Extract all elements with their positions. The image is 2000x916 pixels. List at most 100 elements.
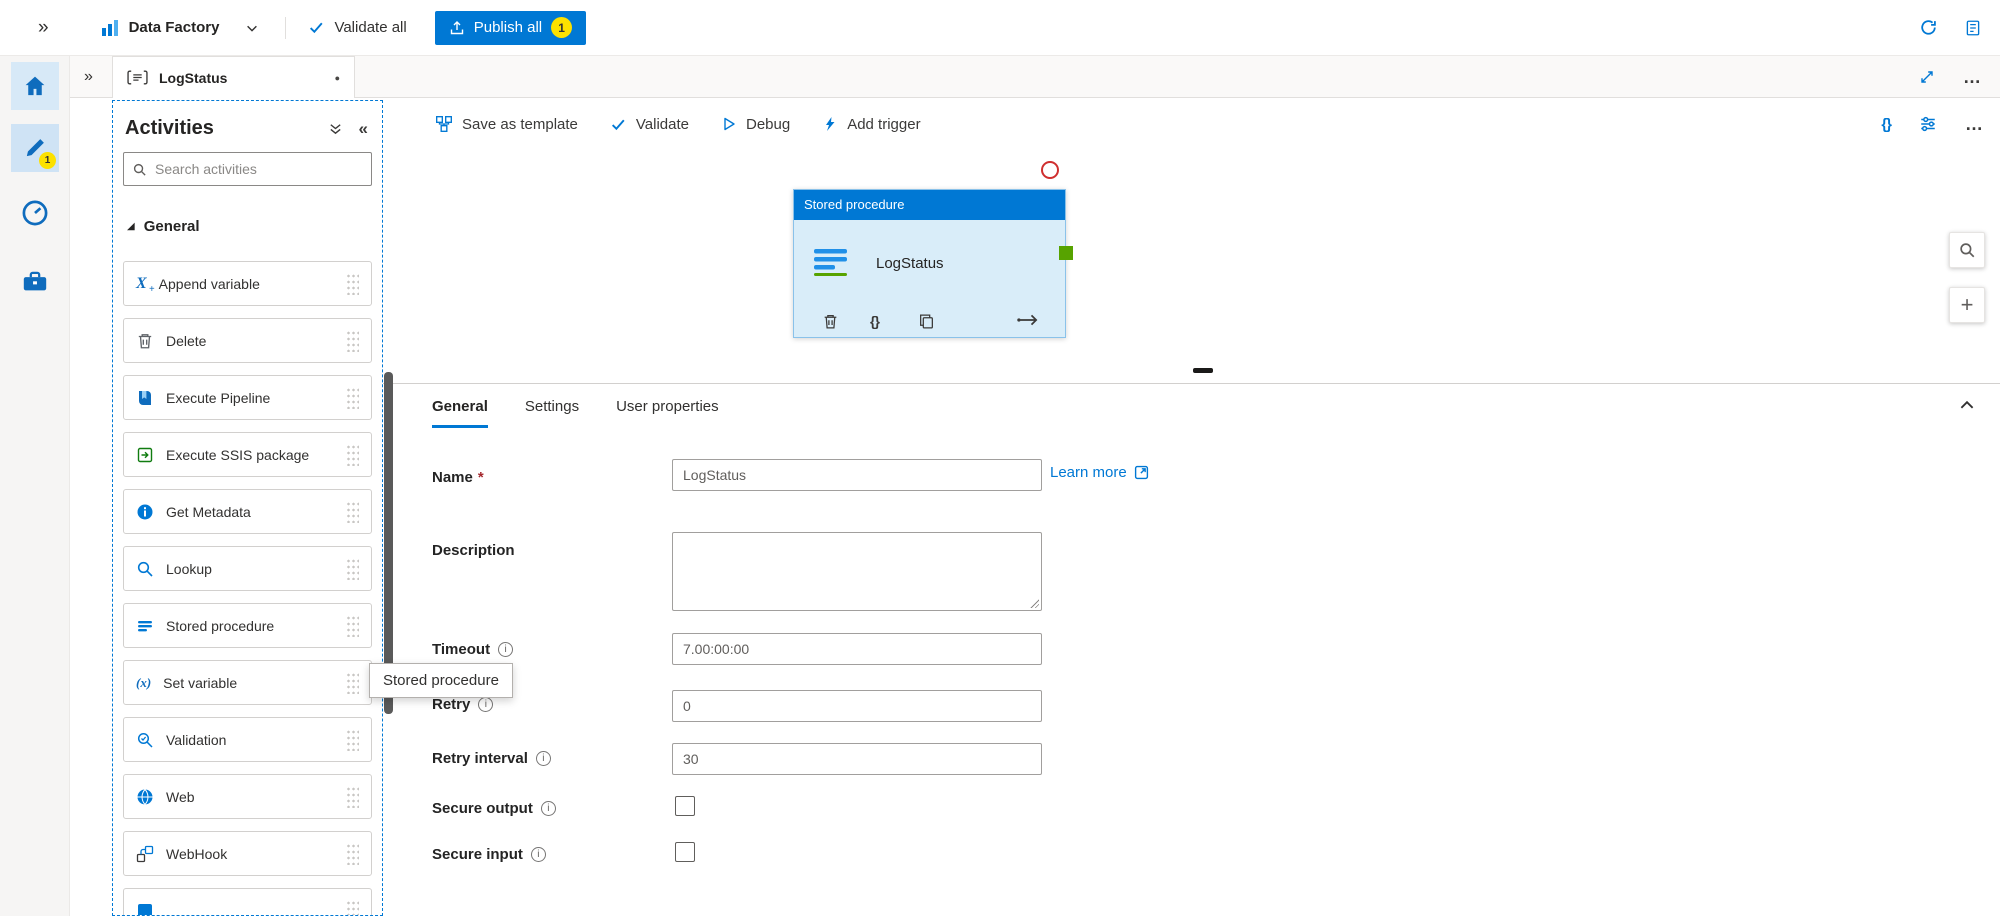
- drag-grip[interactable]: [346, 443, 359, 466]
- debug-button[interactable]: Debug: [721, 116, 790, 133]
- publish-all-button[interactable]: Publish all 1: [434, 10, 587, 45]
- activity-item-execute-pipeline[interactable]: Execute Pipeline: [123, 375, 372, 420]
- description-label: Description: [432, 542, 515, 559]
- tab-user-properties[interactable]: User properties: [616, 384, 719, 428]
- author-nav-item[interactable]: 1: [11, 124, 59, 172]
- canvas-zoom-in-button[interactable]: +: [1949, 287, 1985, 323]
- collapse-activities-icon[interactable]: «: [359, 119, 368, 139]
- drag-grip[interactable]: [346, 272, 359, 295]
- stored-procedure-node[interactable]: Stored procedure LogStatus {}: [793, 189, 1073, 338]
- learn-more-link[interactable]: Learn more: [1050, 464, 1149, 481]
- activity-item-get-metadata[interactable]: Get Metadata: [123, 489, 372, 534]
- description-textarea[interactable]: [672, 532, 1042, 611]
- caret-icon: ◢: [127, 221, 135, 232]
- search-icon: [132, 162, 147, 177]
- tab-general[interactable]: General: [432, 384, 488, 428]
- output-connector[interactable]: [1059, 246, 1073, 260]
- info-icon[interactable]: i: [540, 801, 556, 816]
- resize-corner-icon[interactable]: [1029, 598, 1039, 608]
- validation-icon: [136, 731, 154, 749]
- settings-sliders-icon[interactable]: [1919, 115, 1937, 133]
- discard-all-icon[interactable]: [1964, 19, 1982, 37]
- panel-resize-handle[interactable]: [1193, 368, 1213, 373]
- node-code-icon[interactable]: {}: [870, 313, 880, 329]
- retry-interval-label: Retry interval i: [432, 750, 551, 767]
- clone-node-icon[interactable]: [918, 313, 935, 330]
- external-link-icon: [1134, 465, 1149, 480]
- secure-input-label: Secure input i: [432, 846, 546, 863]
- canvas-more-icon[interactable]: …: [1965, 114, 1984, 135]
- activity-item-stored-procedure[interactable]: Stored procedure: [123, 603, 372, 648]
- drag-grip[interactable]: [346, 500, 359, 523]
- activity-item-append-variable[interactable]: X + Append variable: [123, 261, 372, 306]
- tab-more-icon[interactable]: …: [1963, 67, 1982, 88]
- secure-output-checkbox[interactable]: [675, 796, 695, 816]
- name-input[interactable]: [672, 459, 1042, 491]
- drag-grip[interactable]: [346, 842, 359, 865]
- manage-nav-item[interactable]: [11, 258, 59, 306]
- timeout-input[interactable]: [672, 633, 1042, 665]
- add-output-arrow-icon[interactable]: [1016, 313, 1040, 327]
- validate-button[interactable]: Validate: [610, 116, 689, 133]
- info-icon[interactable]: i: [498, 642, 514, 657]
- drag-grip[interactable]: [346, 557, 359, 580]
- info-icon[interactable]: i: [478, 697, 494, 712]
- save-as-template-button[interactable]: Save as template: [435, 115, 578, 133]
- activities-search[interactable]: [123, 152, 372, 186]
- info-icon[interactable]: i: [530, 847, 546, 862]
- activity-item-web[interactable]: Web: [123, 774, 372, 819]
- expand-diagonal-icon[interactable]: [1919, 69, 1935, 85]
- search-activities-input[interactable]: [155, 161, 363, 177]
- activity-item-lookup[interactable]: Lookup: [123, 546, 372, 591]
- activity-item-delete[interactable]: Delete: [123, 318, 372, 363]
- secure-input-checkbox[interactable]: [675, 842, 695, 862]
- drag-grip[interactable]: [346, 329, 359, 352]
- delete-node-icon[interactable]: [822, 313, 839, 330]
- drag-grip[interactable]: [346, 899, 359, 915]
- collapse-properties-icon[interactable]: [1958, 396, 1976, 414]
- validate-all-button[interactable]: Validate all: [308, 19, 407, 36]
- retry-input[interactable]: [672, 690, 1042, 722]
- retry-interval-input[interactable]: [672, 743, 1042, 775]
- section-general[interactable]: ◢ General: [127, 218, 382, 235]
- toolbox-icon: [21, 268, 49, 296]
- collapse-categories-icon[interactable]: [328, 121, 343, 136]
- expand-panel-icon[interactable]: »: [84, 68, 93, 86]
- canvas-zoom-fit-button[interactable]: [1949, 232, 1985, 268]
- home-nav-item[interactable]: [11, 62, 59, 110]
- activity-item-set-variable[interactable]: (x) Set variable: [123, 660, 372, 705]
- drag-grip[interactable]: [346, 728, 359, 751]
- collapse-menu-icon[interactable]: »: [38, 17, 49, 39]
- activity-item-partial[interactable]: [123, 888, 372, 915]
- activity-item-execute-ssis-package[interactable]: Execute SSIS package: [123, 432, 372, 477]
- monitor-nav-item[interactable]: [11, 189, 59, 237]
- publish-icon: [449, 20, 465, 36]
- drag-grip[interactable]: [346, 671, 359, 694]
- search-icon: [1958, 241, 1976, 259]
- code-view-icon[interactable]: {}: [1881, 116, 1892, 133]
- lookup-icon: [136, 560, 154, 578]
- data-factory-icon: [101, 19, 119, 37]
- required-asterisk: *: [477, 469, 484, 486]
- tab-settings[interactable]: Settings: [525, 384, 579, 428]
- activity-item-validation[interactable]: Validation: [123, 717, 372, 762]
- add-trigger-button[interactable]: Add trigger: [822, 116, 921, 133]
- save-as-template-label: Save as template: [462, 115, 578, 133]
- drag-grip[interactable]: [346, 614, 359, 637]
- chevron-down-icon[interactable]: [245, 21, 259, 35]
- execute-pipeline-icon: [136, 389, 154, 407]
- pipeline-canvas[interactable]: [383, 150, 2000, 383]
- drag-grip[interactable]: [346, 785, 359, 808]
- activity-item-webhook[interactable]: WebHook: [123, 831, 372, 876]
- drag-grip[interactable]: [346, 386, 359, 409]
- publish-count-badge: 1: [551, 17, 573, 38]
- app-title[interactable]: Data Factory: [129, 19, 220, 36]
- gauge-icon: [20, 198, 50, 228]
- validation-error-indicator[interactable]: [1041, 161, 1059, 179]
- info-icon[interactable]: i: [535, 751, 551, 766]
- validate-all-label: Validate all: [334, 19, 407, 36]
- tab-logstatus[interactable]: LogStatus ●: [112, 56, 355, 98]
- node-header[interactable]: Stored procedure: [794, 190, 1065, 220]
- refresh-icon[interactable]: [1919, 18, 1938, 37]
- play-icon: [721, 116, 737, 132]
